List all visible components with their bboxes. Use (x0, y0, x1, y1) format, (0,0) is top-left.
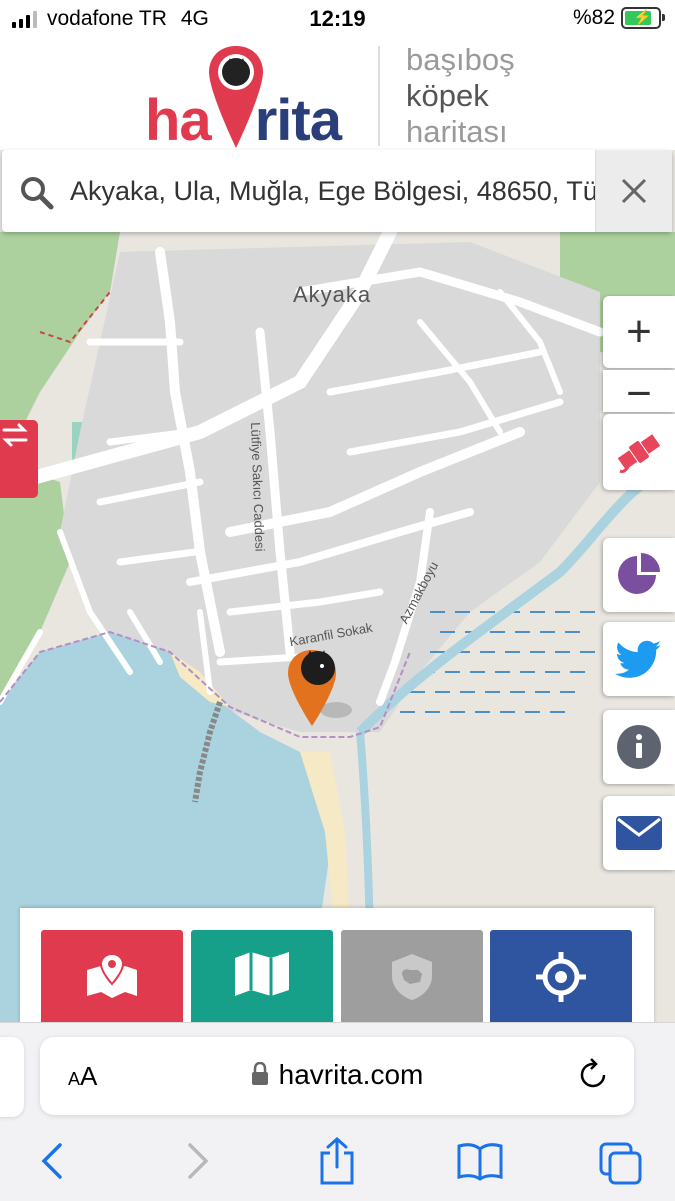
folded-map-icon (235, 952, 289, 996)
dog-location-pin-icon[interactable] (284, 646, 354, 730)
zoom-out-button[interactable]: − (603, 370, 675, 416)
tagline-line1: başıboş (406, 42, 515, 77)
logo-divider (378, 46, 380, 146)
satellite-icon (617, 434, 661, 473)
tagline-line2: köpek (406, 78, 489, 113)
tagline-line3: haritası (406, 114, 508, 149)
bottom-action-panel (20, 908, 654, 1030)
zoom-out-label: − (626, 369, 652, 418)
logo-dog-pin-icon (209, 46, 263, 148)
status-right: %82 ⚡ (572, 6, 665, 30)
report-location-button[interactable] (41, 930, 183, 1030)
map-pin-icon (87, 952, 137, 998)
reload-icon[interactable] (578, 1057, 610, 1091)
zoom-in-button[interactable]: + (603, 296, 675, 368)
dog-safety-button[interactable] (341, 930, 483, 1030)
forward-icon[interactable] (184, 1141, 212, 1181)
status-bar: vodafone TR 4G 12:19 %82 ⚡ (0, 0, 675, 36)
side-panel-toggle-button[interactable] (0, 420, 38, 498)
back-icon[interactable] (38, 1141, 66, 1181)
twitter-button[interactable] (603, 622, 675, 696)
my-location-button[interactable] (490, 930, 632, 1030)
browser-chrome: AA havrita.com (0, 1022, 675, 1201)
location-search-bar: Akyaka, Ula, Muğla, Ege Bölgesi, 48650, … (2, 150, 672, 232)
search-input[interactable]: Akyaka, Ula, Muğla, Ege Bölgesi, 48650, … (70, 176, 598, 207)
zoom-in-label: + (626, 307, 652, 356)
previous-tab-preview[interactable] (0, 1037, 24, 1117)
twitter-icon (615, 640, 661, 678)
logo-text-part1: ha (145, 88, 212, 153)
tagline: başıboş köpek haritası (406, 42, 515, 150)
url-text: havrita.com (278, 1059, 424, 1090)
lock-icon (251, 1062, 268, 1085)
map-view-button[interactable] (191, 930, 333, 1030)
statistics-button[interactable] (603, 538, 675, 612)
map-place-label: Akyaka (293, 282, 372, 307)
logo-text-part2: rita (254, 88, 342, 153)
satellite-layer-button[interactable] (603, 414, 675, 490)
crosshair-icon (536, 952, 586, 1002)
bookmarks-icon[interactable] (456, 1141, 504, 1181)
clear-search-button[interactable] (595, 150, 672, 232)
contact-mail-button[interactable] (603, 796, 675, 870)
swap-arrows-icon (2, 423, 28, 447)
url-display[interactable]: havrita.com (40, 1059, 634, 1091)
mail-icon (616, 816, 662, 850)
info-icon (617, 725, 661, 769)
share-icon[interactable] (316, 1137, 358, 1185)
battery-percent: %82 (572, 6, 615, 29)
pie-chart-icon (618, 553, 660, 594)
close-icon (621, 178, 647, 204)
battery-icon: ⚡ (621, 7, 665, 29)
tabs-icon[interactable] (598, 1141, 644, 1185)
dog-shield-icon (392, 954, 432, 1000)
info-button[interactable] (603, 710, 675, 784)
search-icon[interactable] (20, 176, 54, 210)
site-header: ha rita başıboş köpek haritası (0, 36, 675, 150)
address-bar[interactable]: AA havrita.com (40, 1037, 634, 1115)
